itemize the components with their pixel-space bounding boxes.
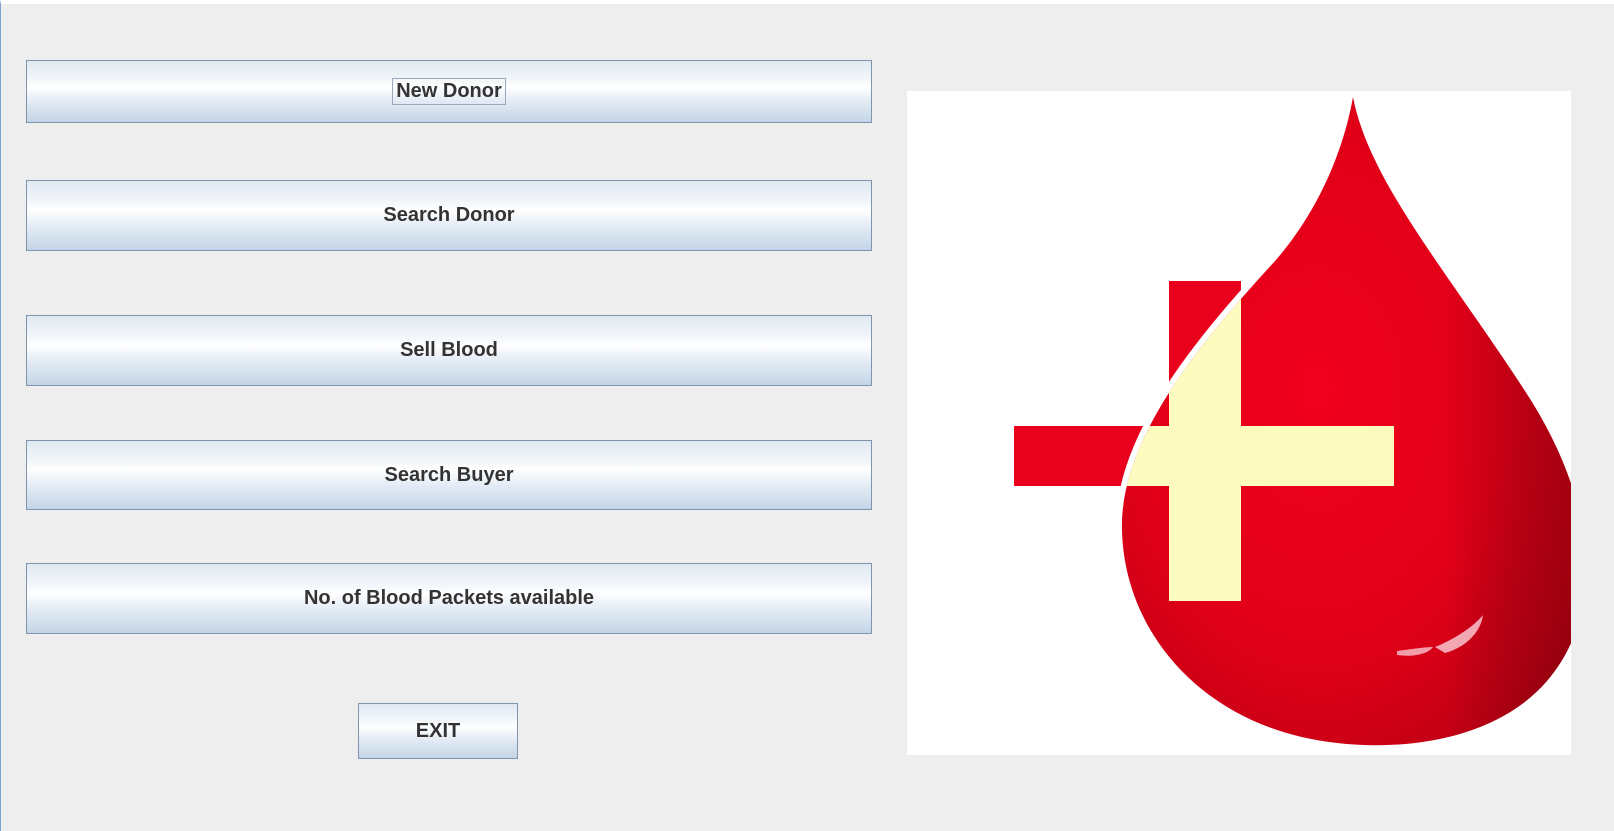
exit-label: EXIT xyxy=(415,719,461,742)
new-donor-button[interactable]: New Donor xyxy=(26,60,872,123)
sell-blood-button[interactable]: Sell Blood xyxy=(26,315,872,386)
search-donor-button[interactable]: Search Donor xyxy=(26,180,872,251)
main-window: New Donor Search Donor Sell Blood Search… xyxy=(0,0,1614,831)
sell-blood-label: Sell Blood xyxy=(400,339,498,361)
blood-drop-icon xyxy=(1014,95,1571,752)
search-buyer-label: Search Buyer xyxy=(384,463,514,486)
search-donor-label: Search Donor xyxy=(383,204,515,226)
new-donor-label: New Donor xyxy=(392,78,506,105)
blood-bank-logo xyxy=(907,91,1571,755)
exit-button[interactable]: EXIT xyxy=(358,703,518,759)
blood-packets-available-label: No. of Blood Packets available xyxy=(303,587,595,609)
search-buyer-button[interactable]: Search Buyer xyxy=(26,440,872,510)
blood-packets-available-button[interactable]: No. of Blood Packets available xyxy=(26,563,872,634)
